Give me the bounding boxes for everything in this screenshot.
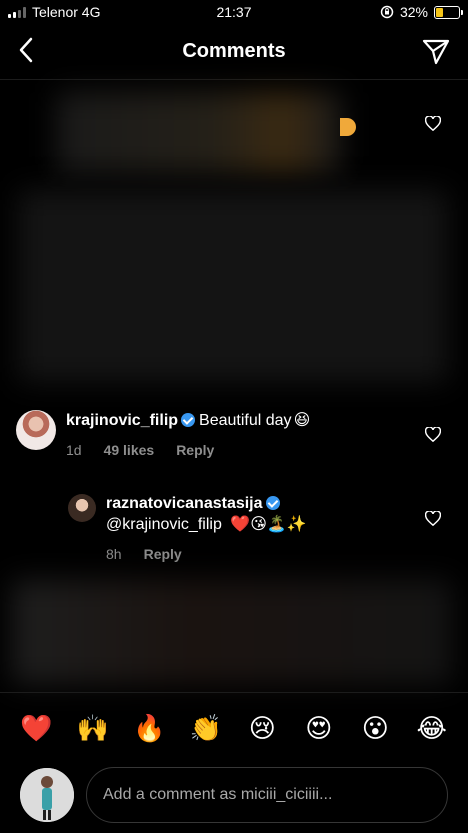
laughing-tears-emoji-button[interactable]: 😂: [412, 709, 452, 749]
surprised-face-emoji-button[interactable]: 😮: [355, 709, 395, 749]
comment-input[interactable]: [86, 767, 448, 823]
grinning-emoji: 😆: [293, 410, 311, 429]
comment-body-line2: @krajinovic_filip ❤️😘🏝️✨: [106, 514, 307, 535]
verified-badge-icon: [181, 413, 196, 427]
reply-button[interactable]: Reply: [176, 442, 214, 458]
heart-eyes-emoji-button[interactable]: 😍: [299, 709, 339, 749]
like-comment-button[interactable]: [422, 112, 444, 134]
blurred-comment-middle: [18, 190, 448, 382]
battery-level: [436, 7, 444, 17]
current-user-avatar: [20, 768, 74, 822]
comment-body: raznatovicanastasija: [106, 494, 284, 514]
raising-hands-emoji-button[interactable]: 🙌: [73, 709, 113, 749]
mention-link[interactable]: @krajinovic_filip: [106, 516, 222, 533]
reply-emojis: ❤️😘🏝️✨: [230, 514, 307, 533]
heart-outline-icon: [425, 426, 441, 442]
verified-badge-icon: [265, 496, 280, 510]
comment-meta: 1d 49 likes Reply: [66, 442, 214, 458]
crying-face-emoji-button[interactable]: 😢: [242, 709, 282, 749]
heart-outline-icon: [425, 510, 441, 526]
comment-composer: [0, 764, 468, 833]
reply-button[interactable]: Reply: [144, 546, 182, 562]
comment-body: krajinovic_filip Beautiful day 😆: [66, 410, 310, 431]
fire-emoji-button[interactable]: 🔥: [129, 709, 169, 749]
avatar[interactable]: [16, 410, 56, 450]
emoji-quick-bar: ❤️ 🙌 🔥 👏 😢 😍 😮 😂: [0, 692, 468, 764]
paper-plane-icon: [422, 39, 450, 65]
battery-info: 32%: [380, 4, 463, 20]
red-heart-emoji-button[interactable]: ❤️: [16, 709, 56, 749]
share-button[interactable]: [420, 36, 452, 68]
user-photo: [20, 768, 74, 822]
clapping-hands-emoji-button[interactable]: 👏: [186, 709, 226, 749]
heart-outline-icon: [425, 115, 441, 131]
partial-emoji-icon: [340, 118, 356, 136]
battery-icon: [434, 5, 463, 19]
header: Comments: [0, 24, 468, 80]
like-comment-button[interactable]: [422, 423, 444, 445]
comment-meta: 8h Reply: [106, 546, 182, 562]
blurred-comment-bottom: [12, 580, 452, 684]
like-comment-button[interactable]: [422, 507, 444, 529]
comment-time: 8h: [106, 546, 122, 562]
comment-time: 1d: [66, 442, 82, 458]
comment-likes[interactable]: 49 likes: [104, 442, 155, 458]
page-title: Comments: [182, 40, 286, 62]
comment-username[interactable]: krajinovic_filip: [66, 412, 178, 429]
status-bar: Telenor 4G 21:37 32%: [0, 0, 468, 24]
comment-username[interactable]: raznatovicanastasija: [106, 495, 263, 512]
comment-text: Beautiful day: [199, 412, 292, 429]
battery-percent: 32%: [399, 4, 428, 20]
blurred-comment-top: [56, 92, 342, 174]
avatar[interactable]: [68, 494, 96, 522]
orientation-lock-icon: [380, 5, 394, 19]
